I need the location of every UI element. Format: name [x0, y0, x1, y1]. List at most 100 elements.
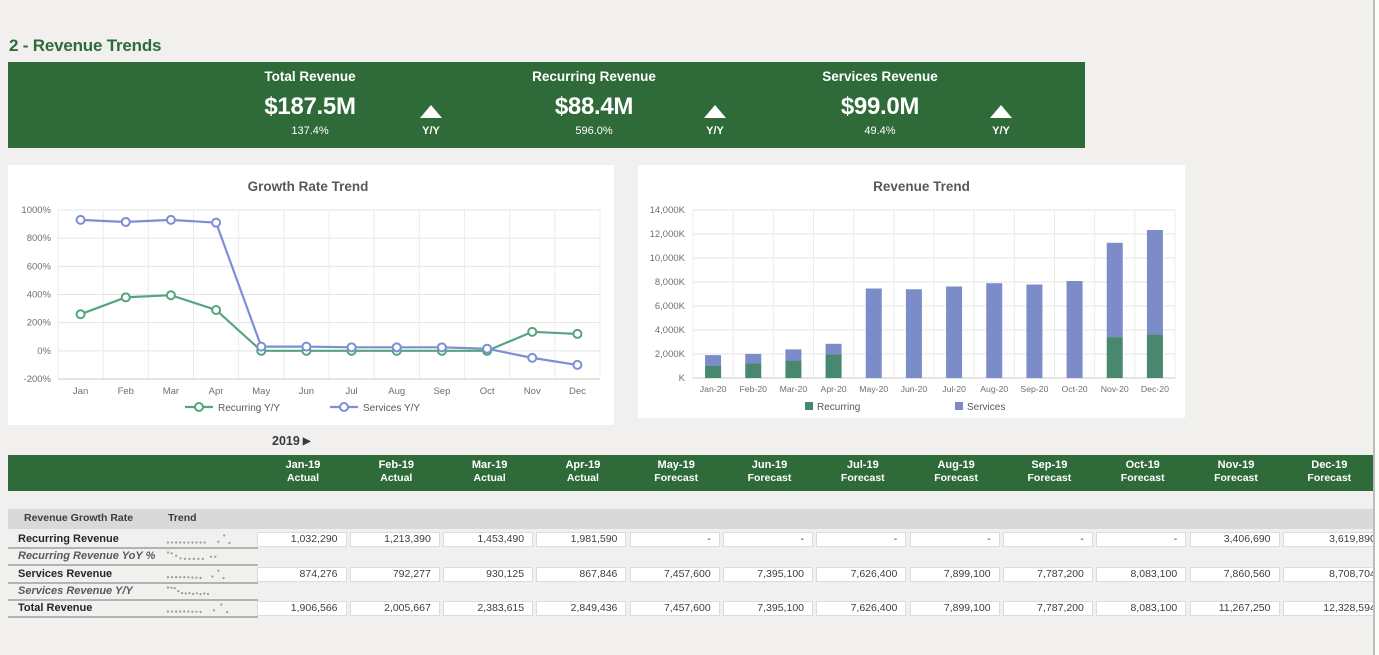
svg-text:Recurring Y/Y: Recurring Y/Y	[218, 403, 280, 414]
value-cell: 7,626,400	[816, 567, 906, 582]
svg-text:Mar-20: Mar-20	[780, 384, 808, 394]
column-header-jul-19: Jul-19Forecast	[816, 455, 909, 491]
svg-text:10,000K: 10,000K	[650, 253, 686, 264]
row-separator	[8, 616, 258, 618]
legend: Recurring Y/YServices Y/Y	[185, 403, 420, 414]
column-month: Mar-19	[443, 459, 536, 471]
value-cell: 12,328,594	[1283, 601, 1379, 616]
svg-text:May-20: May-20	[859, 384, 888, 394]
year-expand-control[interactable]: 2019▶	[272, 434, 311, 448]
expand-arrow-icon: ▶	[303, 436, 311, 447]
column-header-sep-19: Sep-19Forecast	[1003, 455, 1096, 491]
value-cell: 8,083,100	[1096, 601, 1186, 616]
row-label: Total Revenue	[18, 602, 92, 614]
svg-text:14,000K: 14,000K	[650, 205, 686, 216]
value-cell: 7,860,560	[1190, 567, 1280, 582]
kpi-services-revenue: Services Revenue$99.0M49.4%Y/Y	[790, 69, 1032, 141]
value-cell: 874,276	[257, 567, 347, 582]
kpi-delta-pct: 137.4%	[220, 125, 400, 141]
value-cell: 7,395,100	[723, 601, 813, 616]
value-cell: 7,787,200	[1003, 567, 1093, 582]
table-row-total-revenue: Total Revenue1,906,5662,005,6672,383,615…	[8, 600, 1374, 617]
column-month: Aug-19	[910, 459, 1003, 471]
svg-text:Oct-20: Oct-20	[1062, 384, 1088, 394]
column-status: Forecast	[723, 472, 816, 484]
table-row-recurring-revenue: Recurring Revenue1,032,2901,213,3901,453…	[8, 531, 1374, 548]
value-cell: 7,457,600	[630, 567, 720, 582]
svg-text:Jun: Jun	[299, 386, 314, 397]
value-cell: 3,619,890	[1283, 532, 1379, 547]
column-status: Forecast	[1096, 472, 1189, 484]
up-triangle-icon	[704, 105, 726, 118]
column-status: Actual	[443, 472, 536, 484]
table-column-header-band: Jan-19ActualFeb-19ActualMar-19ActualApr-…	[8, 455, 1374, 491]
value-cell: 1,906,566	[257, 601, 347, 616]
value-cell: -	[816, 532, 906, 547]
row-label: Services Revenue	[18, 568, 112, 580]
y-axis-labels: 14,000K12,000K10,000K8,000K6,000K4,000K2…	[650, 205, 686, 384]
year-label: 2019	[272, 434, 300, 448]
page-title: 2 - Revenue Trends	[9, 36, 161, 56]
svg-text:Aug-20: Aug-20	[980, 384, 1008, 394]
value-cell: 1,453,490	[443, 532, 533, 547]
value-cell: -	[1096, 532, 1186, 547]
y-axis-labels: 1000%800%600%400%200%0%-200%	[21, 205, 51, 385]
value-cell: 7,899,100	[910, 567, 1000, 582]
kpi-delta-label: Y/Y	[970, 125, 1032, 141]
svg-text:12,000K: 12,000K	[650, 229, 686, 240]
column-status: Actual	[257, 472, 350, 484]
value-cell: 2,849,436	[536, 601, 626, 616]
kpi-delta-pct: 49.4%	[790, 125, 970, 141]
column-header-dec-19: Dec-19Forecast	[1283, 455, 1374, 491]
svg-text:K: K	[679, 373, 686, 384]
row-label: Recurring Revenue	[18, 533, 119, 545]
value-cell: 1,981,590	[536, 532, 626, 547]
pane-gutter	[1375, 0, 1379, 655]
column-header-apr-19: Apr-19Actual	[536, 455, 629, 491]
column-status: Forecast	[1283, 472, 1374, 484]
table-rows: Recurring Revenue1,032,2901,213,3901,453…	[8, 531, 1374, 621]
column-header-jun-19: Jun-19Forecast	[723, 455, 816, 491]
growth-rate-trend-svg: Growth Rate Trend1000%800%600%400%200%0%…	[8, 165, 614, 425]
value-cell: 7,395,100	[723, 567, 813, 582]
gridlines	[58, 210, 600, 379]
svg-text:2,000K: 2,000K	[655, 349, 686, 360]
value-cell: 8,708,704	[1283, 567, 1379, 582]
value-cell: 867,846	[536, 567, 626, 582]
column-status: Actual	[536, 472, 629, 484]
column-header-nov-19: Nov-19Forecast	[1190, 455, 1283, 491]
section-header: Revenue Growth Rate	[24, 512, 133, 524]
svg-text:200%: 200%	[27, 318, 52, 329]
value-cell: 1,032,290	[257, 532, 347, 547]
row-label: Recurring Revenue YoY %	[18, 550, 155, 562]
svg-text:Mar: Mar	[163, 386, 179, 397]
row-separator	[8, 547, 258, 549]
svg-text:6,000K: 6,000K	[655, 301, 686, 312]
svg-text:600%: 600%	[27, 261, 52, 272]
row-label: Services Revenue Y/Y	[18, 585, 133, 597]
svg-text:8,000K: 8,000K	[655, 277, 686, 288]
table-row-services-revenue: Services Revenue 874,276792,277930,125867…	[8, 566, 1374, 583]
column-month: Jan-19	[257, 459, 350, 471]
trend-sparkline	[166, 585, 244, 598]
svg-text:Sep: Sep	[433, 386, 450, 397]
legend: RecurringServices	[805, 402, 1005, 413]
kpi-total-revenue: Total Revenue$187.5M137.4%Y/Y	[220, 69, 462, 141]
column-month: May-19	[630, 459, 723, 471]
svg-text:Dec-20: Dec-20	[1141, 384, 1169, 394]
value-cell: 930,125	[443, 567, 533, 582]
svg-text:Apr-20: Apr-20	[821, 384, 847, 394]
table-row-services-revenue-y-y: Services Revenue Y/Y	[8, 583, 1374, 600]
trend-column-header: Trend	[168, 512, 197, 524]
value-cell: -	[630, 532, 720, 547]
svg-text:Nov: Nov	[524, 386, 541, 397]
column-month: Jun-19	[723, 459, 816, 471]
kpi-value: $187.5M	[220, 87, 400, 125]
svg-text:Aug: Aug	[388, 386, 405, 397]
svg-text:Jan-20: Jan-20	[700, 384, 727, 394]
svg-text:Feb: Feb	[118, 386, 134, 397]
value-cell: 792,277	[350, 567, 440, 582]
trend-sparkline	[166, 602, 244, 615]
svg-text:Apr: Apr	[209, 386, 224, 397]
kpi-label: Total Revenue	[220, 69, 400, 87]
